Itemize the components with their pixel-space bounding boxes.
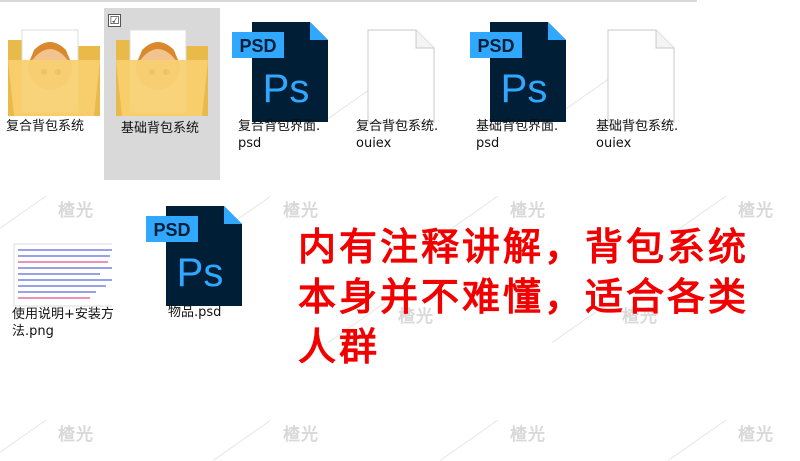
ps-logo: Ps xyxy=(263,67,310,111)
file-item-psd[interactable]: PSD Ps 物品.psd xyxy=(140,192,252,364)
png-thumbnail-icon xyxy=(13,243,112,307)
ps-logo: Ps xyxy=(177,251,224,295)
watermark-line xyxy=(0,419,46,461)
photoshop-file-icon: PSD Ps xyxy=(470,22,566,122)
file-name: 基础背包系统 xyxy=(120,121,199,136)
psd-badge: PSD xyxy=(477,36,514,56)
file-name: 物品.psd xyxy=(168,305,222,320)
psd-badge: PSD xyxy=(153,220,190,240)
file-name: 基础背包系统. ouiex xyxy=(596,119,679,151)
file-name: 使用说明+安装方 法.png xyxy=(12,307,114,339)
promo-annotation: 内有注释讲解，背包系统 本身并不难懂，适合各类 人群 xyxy=(298,225,750,369)
psd-badge: PSD xyxy=(239,36,276,56)
file-item-png[interactable]: 使用说明+安装方 法.png xyxy=(0,196,114,368)
file-item-ouiex[interactable]: 基础背包系统. ouiex xyxy=(586,8,698,180)
folder-icon xyxy=(116,29,208,116)
file-item-folder-selected[interactable]: ☑ 基础背包系统 xyxy=(104,8,220,180)
top-divider xyxy=(0,0,697,2)
file-item-folder[interactable]: 复合背包系统 xyxy=(0,8,112,180)
watermark-text: 楂光 xyxy=(510,425,546,445)
file-name: 复合背包系统. ouiex xyxy=(356,119,439,151)
photoshop-file-icon: PSD Ps xyxy=(146,206,242,306)
folder-icon xyxy=(8,29,100,116)
watermark-line xyxy=(440,419,498,461)
watermark-text: 楂光 xyxy=(510,201,546,221)
blank-file-icon xyxy=(607,29,675,123)
file-item-ouiex[interactable]: 复合背包系统. ouiex xyxy=(346,8,458,180)
file-name: 复合背包界面. psd xyxy=(238,119,321,151)
watermark-line xyxy=(668,419,726,461)
photoshop-file-icon: PSD Ps xyxy=(232,22,328,122)
watermark-text: 楂光 xyxy=(283,425,319,445)
file-name: 基础背包界面. psd xyxy=(476,119,559,151)
watermark-text: 楂光 xyxy=(58,425,94,445)
watermark-line xyxy=(213,419,271,461)
file-name: 复合背包系统 xyxy=(6,119,85,134)
watermark-text: 楂光 xyxy=(283,201,319,221)
blank-file-icon xyxy=(367,29,435,123)
file-item-psd[interactable]: PSD Ps 基础背包界面. psd xyxy=(464,8,576,180)
watermark-text: 楂光 xyxy=(738,201,774,221)
ps-logo: Ps xyxy=(501,67,548,111)
watermark-text: 楂光 xyxy=(738,425,774,445)
file-item-psd[interactable]: PSD Ps 复合背包界面. psd xyxy=(226,8,338,180)
